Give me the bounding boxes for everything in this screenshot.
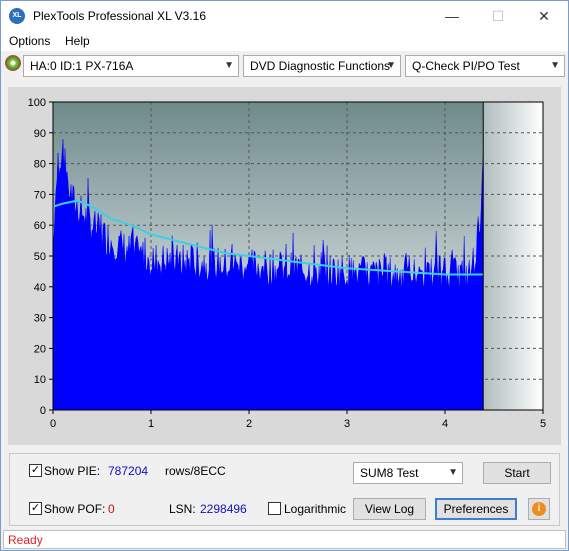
y-tick-label: 30 <box>34 313 46 325</box>
menu-bar: Options Help <box>1 31 568 51</box>
y-tick-label: 100 <box>28 97 46 109</box>
lsn-label: LSN: <box>169 502 196 516</box>
view-log-button[interactable]: View Log <box>353 498 426 520</box>
x-tick-label: 5 <box>540 418 546 430</box>
test-select-value: Q-Check PI/PO Test <box>412 59 520 73</box>
chevron-down-icon: ▼ <box>224 60 234 71</box>
start-button[interactable]: Start <box>483 462 551 484</box>
y-tick-label: 90 <box>34 128 46 140</box>
pi-po-chart: 0 1 2 3 4 50102030405060708090100 <box>28 97 546 430</box>
pie-value: 787204 <box>108 464 149 478</box>
drive-select[interactable]: HA:0 ID:1 PX-716A ▼ <box>23 55 239 77</box>
y-tick-label: 60 <box>34 220 46 232</box>
y-tick-label: 10 <box>34 374 46 386</box>
info-button[interactable]: i <box>528 498 550 520</box>
control-panel: ✓ Show PIE: 787204 rows/8ECC SUM8 Test ▼… <box>9 453 560 526</box>
chevron-down-icon: ▼ <box>448 467 458 478</box>
y-tick-label: 80 <box>34 159 46 171</box>
info-icon: i <box>532 502 546 516</box>
chevron-down-icon: ▼ <box>386 60 396 71</box>
y-tick-label: 40 <box>34 282 46 294</box>
y-tick-label: 0 <box>40 405 46 417</box>
show-pof-checkbox[interactable]: ✓ <box>29 502 42 515</box>
pof-value: 0 <box>108 502 115 516</box>
menu-options[interactable]: Options <box>9 34 50 48</box>
show-pie-label: Show PIE: <box>44 464 101 478</box>
menu-help[interactable]: Help <box>65 34 90 48</box>
preferences-button[interactable]: Preferences <box>435 498 517 520</box>
toolbar: HA:0 ID:1 PX-716A ▼ DVD Diagnostic Funct… <box>1 52 568 80</box>
lsn-value: 2298496 <box>200 502 247 516</box>
minimize-button[interactable]: — <box>429 1 475 31</box>
function-select[interactable]: DVD Diagnostic Functions ▼ <box>243 55 401 77</box>
x-tick-label: 0 <box>50 418 56 430</box>
x-tick-label: 4 <box>442 418 448 430</box>
y-tick-label: 70 <box>34 189 46 201</box>
chart-frame: 0 1 2 3 4 5 0 10 20 30 40 50 60 70 80 90 100 <box>8 87 561 445</box>
maximize-button[interactable]: ☐ <box>475 1 521 31</box>
y-tick-label: 50 <box>34 251 46 263</box>
show-pof-label: Show POF: <box>44 502 106 516</box>
status-text: Ready <box>8 533 43 547</box>
logarithmic-label: Logarithmic <box>284 502 347 516</box>
show-pie-checkbox[interactable]: ✓ <box>29 464 42 477</box>
window-title: PlexTools Professional XL V3.16 <box>33 9 206 23</box>
disc-drive-icon <box>5 55 21 71</box>
chevron-down-icon: ▼ <box>550 60 560 71</box>
app-window: XL PlexTools Professional XL V3.16 — ☐ ✕… <box>0 0 569 551</box>
close-button[interactable]: ✕ <box>521 1 567 31</box>
x-tick-label: 3 <box>344 418 350 430</box>
function-select-value: DVD Diagnostic Functions <box>250 59 391 73</box>
plextools-logo-icon: XL <box>9 8 25 24</box>
y-tick-label: 20 <box>34 343 46 355</box>
status-bar: Ready <box>3 530 566 549</box>
x-tick-label: 1 <box>148 418 154 430</box>
logarithmic-checkbox[interactable] <box>268 502 281 515</box>
test-select[interactable]: Q-Check PI/PO Test ▼ <box>405 55 565 77</box>
x-tick-label: 2 <box>246 418 252 430</box>
rows-label: rows/8ECC <box>165 464 226 478</box>
title-bar: XL PlexTools Professional XL V3.16 — ☐ ✕ <box>1 1 568 31</box>
sum-mode-select[interactable]: SUM8 Test ▼ <box>353 462 463 484</box>
sum-mode-value: SUM8 Test <box>360 466 419 480</box>
drive-select-value: HA:0 ID:1 PX-716A <box>30 59 134 73</box>
